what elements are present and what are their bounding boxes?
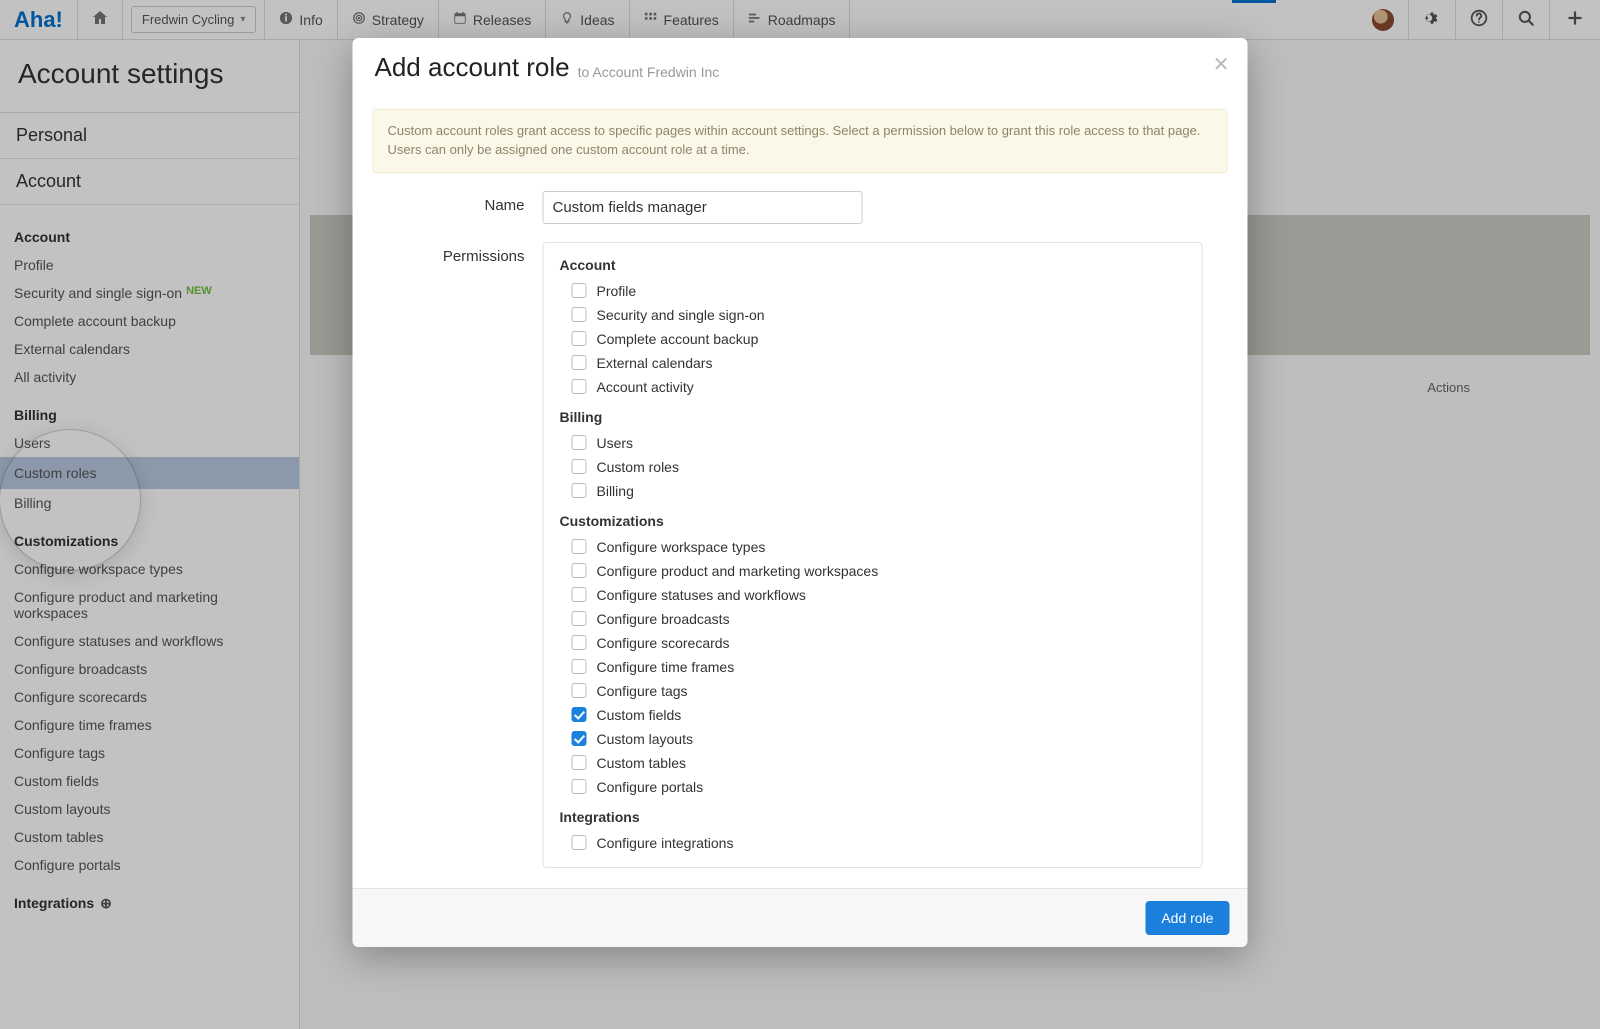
permissions-label: Permissions (373, 242, 543, 868)
role-name-input[interactable] (543, 191, 863, 224)
permission-label: Users (597, 435, 634, 451)
permission-label: Profile (597, 283, 637, 299)
modal-subtitle: to Account Fredwin Inc (578, 64, 720, 83)
modal-title: Add account role (375, 52, 570, 83)
permission-label: Complete account backup (597, 331, 759, 347)
permission-item[interactable]: Billing (560, 479, 1186, 503)
permission-item[interactable]: Configure portals (560, 775, 1186, 799)
permission-item[interactable]: Configure integrations (560, 831, 1186, 855)
add-role-button[interactable]: Add role (1145, 901, 1229, 935)
permission-item[interactable]: Users (560, 431, 1186, 455)
permission-label: Configure time frames (597, 659, 735, 675)
permission-item[interactable]: Configure scorecards (560, 631, 1186, 655)
checkbox[interactable] (572, 835, 587, 850)
permission-label: Configure tags (597, 683, 688, 699)
checkbox[interactable] (572, 659, 587, 674)
checkbox[interactable] (572, 611, 587, 626)
permission-item[interactable]: Configure broadcasts (560, 607, 1186, 631)
permission-item[interactable]: Security and single sign-on (560, 303, 1186, 327)
permission-label: Configure broadcasts (597, 611, 730, 627)
permissions-panel: Account Profile Security and single sign-o… (543, 242, 1203, 868)
permission-label: Configure portals (597, 779, 704, 795)
permission-group-title: Billing (560, 409, 1186, 425)
checkbox[interactable] (572, 683, 587, 698)
checkbox[interactable] (572, 587, 587, 602)
permission-label: Custom tables (597, 755, 686, 771)
permission-item[interactable]: Custom layouts (560, 727, 1186, 751)
permission-group-title: Account (560, 257, 1186, 273)
checkbox[interactable] (572, 355, 587, 370)
checkbox[interactable] (572, 731, 587, 746)
name-label: Name (373, 191, 543, 224)
permission-label: Configure statuses and workflows (597, 587, 806, 603)
permission-label: Account activity (597, 379, 694, 395)
permission-item[interactable]: Complete account backup (560, 327, 1186, 351)
permission-label: External calendars (597, 355, 713, 371)
checkbox[interactable] (572, 307, 587, 322)
add-role-modal: Add account role to Account Fredwin Inc … (353, 38, 1248, 947)
checkbox[interactable] (572, 707, 587, 722)
checkbox[interactable] (572, 331, 587, 346)
permission-label: Security and single sign-on (597, 307, 765, 323)
permission-group-title: Customizations (560, 513, 1186, 529)
checkbox[interactable] (572, 563, 587, 578)
checkbox[interactable] (572, 483, 587, 498)
close-icon[interactable]: ✕ (1213, 52, 1230, 77)
permission-label: Configure workspace types (597, 539, 766, 555)
info-callout: Custom account roles grant access to spe… (373, 109, 1228, 173)
checkbox[interactable] (572, 635, 587, 650)
permission-label: Billing (597, 483, 634, 499)
permission-label: Custom fields (597, 707, 682, 723)
permission-item[interactable]: Configure time frames (560, 655, 1186, 679)
permission-label: Configure scorecards (597, 635, 730, 651)
permission-item[interactable]: Configure product and marketing workspac… (560, 559, 1186, 583)
permission-item[interactable]: Custom roles (560, 455, 1186, 479)
permission-item[interactable]: Custom tables (560, 751, 1186, 775)
checkbox[interactable] (572, 379, 587, 394)
permission-item[interactable]: External calendars (560, 351, 1186, 375)
permission-item[interactable]: Profile (560, 279, 1186, 303)
checkbox[interactable] (572, 283, 587, 298)
permission-item[interactable]: Configure workspace types (560, 535, 1186, 559)
checkbox[interactable] (572, 539, 587, 554)
permission-label: Custom layouts (597, 731, 693, 747)
permission-item[interactable]: Configure statuses and workflows (560, 583, 1186, 607)
permission-item[interactable]: Configure tags (560, 679, 1186, 703)
permission-group-title: Integrations (560, 809, 1186, 825)
checkbox[interactable] (572, 459, 587, 474)
checkbox[interactable] (572, 435, 587, 450)
checkbox[interactable] (572, 755, 587, 770)
permission-item[interactable]: Custom fields (560, 703, 1186, 727)
checkbox[interactable] (572, 779, 587, 794)
permission-item[interactable]: Account activity (560, 375, 1186, 399)
permission-label: Configure integrations (597, 835, 734, 851)
permission-label: Custom roles (597, 459, 679, 475)
permission-label: Configure product and marketing workspac… (597, 563, 879, 579)
